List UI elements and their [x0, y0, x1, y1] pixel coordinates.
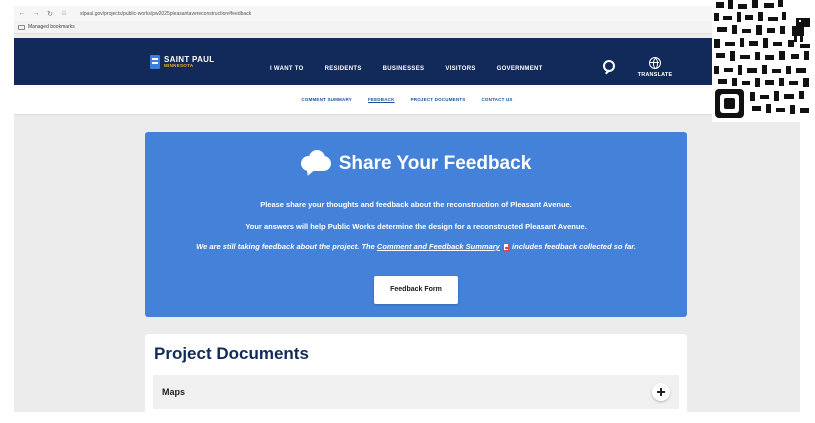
feedback-section: Share Your Feedback Please share your th… — [145, 132, 687, 317]
pdf-icon — [502, 243, 509, 252]
browser-toolbar: ← → ↻ ⌂ stpaul.gov/projects/public-works… — [14, 6, 800, 21]
site-header: SAINT PAUL MINNESOTA I WANT TO RESIDENTS… — [14, 38, 800, 85]
feedback-title: Share Your Feedback — [338, 153, 532, 174]
qr-code — [712, 0, 815, 122]
subnav-feedback[interactable]: FEEDBACK — [368, 97, 395, 102]
page-subnav: COMMENT SUMMARY FEEDBACK PROJECT DOCUMEN… — [14, 85, 800, 115]
project-documents-section: Project Documents Maps — [145, 334, 687, 412]
main-nav: I WANT TO RESIDENTS BUSINESSES VISITORS … — [270, 66, 543, 72]
forward-icon[interactable]: → — [32, 10, 40, 17]
qr-finder-pattern — [715, 89, 744, 118]
speech-cloud-icon — [300, 150, 331, 178]
reload-icon[interactable]: ↻ — [46, 10, 54, 18]
project-documents-title: Project Documents — [154, 344, 309, 363]
bookmark-folder[interactable]: Managed bookmarks — [28, 24, 75, 30]
nav-government[interactable]: GOVERNMENT — [497, 66, 543, 72]
feedback-status-prefix: We are still taking feedback about the p… — [196, 242, 377, 251]
folder-icon — [18, 24, 25, 30]
nav-visitors[interactable]: VISITORS — [445, 66, 475, 72]
bookmarks-bar: Managed bookmarks — [14, 21, 800, 34]
feedback-status: We are still taking feedback about the p… — [145, 242, 687, 252]
subnav-contact-us[interactable]: CONTACT US — [481, 97, 512, 102]
nav-residents[interactable]: RESIDENTS — [325, 66, 362, 72]
logo-icon — [150, 55, 160, 69]
subnav-comment-summary[interactable]: COMMENT SUMMARY — [301, 97, 352, 102]
dinosaur-icon — [790, 18, 812, 42]
nav-i-want-to[interactable]: I WANT TO — [270, 66, 304, 72]
translate-button[interactable]: TRANSLATE — [633, 57, 677, 78]
logo-subtitle: MINNESOTA — [164, 62, 194, 68]
address-bar[interactable]: stpaul.gov/projects/public-works/pw2025p… — [80, 11, 251, 17]
photo-frame: ← → ↻ ⌂ stpaul.gov/projects/public-works… — [0, 0, 815, 423]
site-logo[interactable]: SAINT PAUL MINNESOTA — [150, 55, 214, 69]
accordion-item-maps[interactable]: Maps — [153, 375, 679, 409]
feedback-form-button[interactable]: Feedback Form — [374, 276, 458, 304]
plus-icon[interactable] — [652, 383, 670, 401]
subnav-project-documents[interactable]: PROJECT DOCUMENTS — [411, 97, 466, 102]
back-icon[interactable]: ← — [18, 10, 26, 17]
globe-icon — [649, 57, 661, 69]
feedback-status-suffix: includes feedback collected so far. — [509, 242, 636, 251]
feedback-intro: Please share your thoughts and feedback … — [260, 200, 572, 209]
accordion-label: Maps — [162, 387, 186, 397]
translate-label: TRANSLATE — [637, 72, 673, 78]
home-icon[interactable]: ⌂ — [60, 10, 68, 17]
feedback-purpose: Your answers will help Public Works dete… — [245, 222, 587, 231]
comment-summary-link[interactable]: Comment and Feedback Summary — [377, 242, 500, 251]
monitor-screen: ← → ↻ ⌂ stpaul.gov/projects/public-works… — [14, 6, 800, 412]
nav-businesses[interactable]: BUSINESSES — [383, 66, 425, 72]
search-icon[interactable] — [603, 60, 615, 72]
